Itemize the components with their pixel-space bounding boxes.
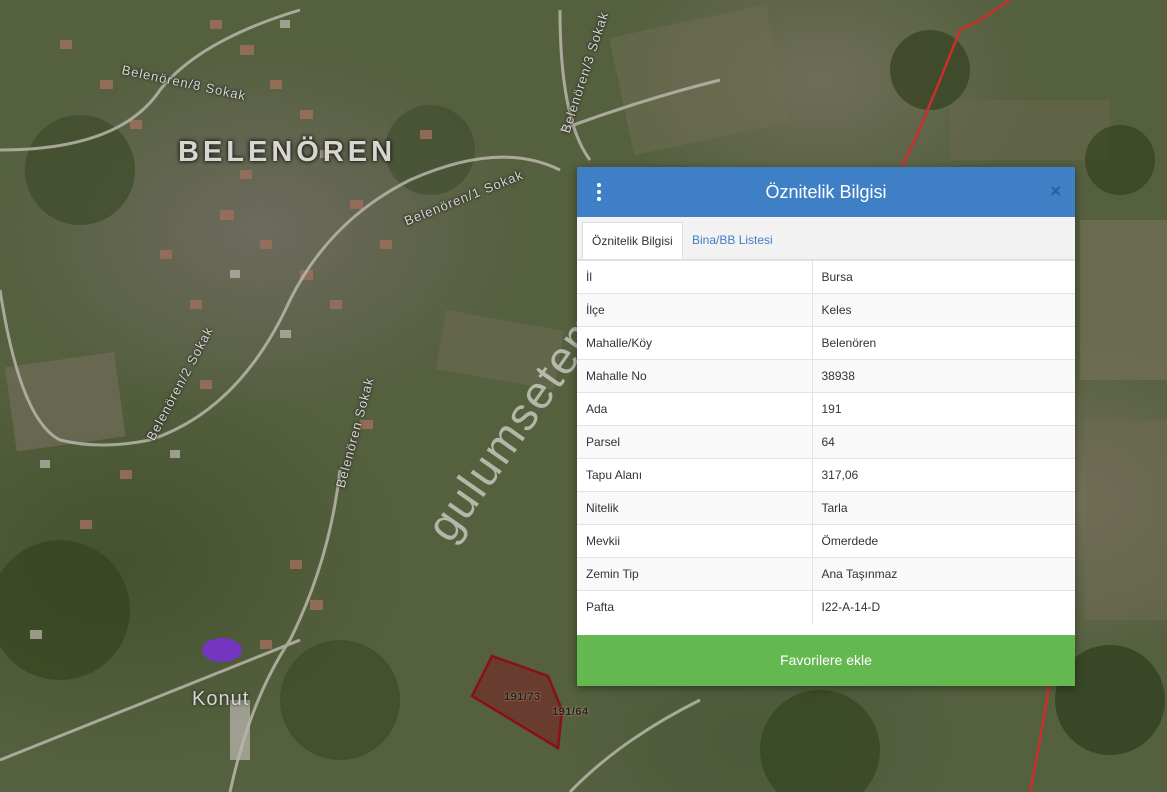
panel-title: Öznitelik Bilgisi (765, 182, 887, 202)
attribute-key: Mahalle No (577, 359, 813, 393)
attribute-value: Ana Taşınmaz (812, 557, 1075, 591)
attribute-value: 38938 (812, 359, 1075, 393)
parcel-label: 191/73 (504, 691, 541, 703)
table-row: Mahalle/Köy Belenören (577, 326, 1075, 360)
attribute-value: Ömerdede (812, 524, 1075, 558)
tab-attribute-info[interactable]: Öznitelik Bilgisi (582, 222, 683, 259)
attribute-key: Ada (577, 392, 813, 426)
parcel-label: 191/64 (552, 706, 589, 718)
table-row: Mahalle No 38938 (577, 359, 1075, 393)
place-label: BELENÖREN (178, 136, 397, 168)
attribute-value: Tarla (812, 491, 1075, 525)
attribute-value: 317,06 (812, 458, 1075, 492)
table-row: İlçe Keles (577, 293, 1075, 327)
attribute-value: Belenören (812, 326, 1075, 360)
attribute-key: Mahalle/Köy (577, 326, 813, 360)
table-row: Ada 191 (577, 392, 1075, 426)
attribute-info-panel: Öznitelik Bilgisi × Öznitelik Bilgisi Bi… (577, 167, 1075, 686)
attribute-value: Keles (812, 293, 1075, 327)
attribute-value: 64 (812, 425, 1075, 459)
panel-tabs: Öznitelik Bilgisi Bina/BB Listesi (577, 217, 1075, 260)
table-row: Parsel 64 (577, 425, 1075, 459)
attribute-key: Nitelik (577, 491, 813, 525)
attribute-value: 191 (812, 392, 1075, 426)
attribute-key: Zemin Tip (577, 557, 813, 591)
attribute-table: İl Bursa İlçe Keles Mahalle/Köy Belenören Maha… (577, 260, 1075, 624)
table-row: Nitelik Tarla (577, 491, 1075, 525)
table-row: Zemin Tip Ana Taşınmaz (577, 557, 1075, 591)
table-row: Tapu Alanı 317,06 (577, 458, 1075, 492)
attribute-key: Parsel (577, 425, 813, 459)
table-row: Mevkii Ömerdede (577, 524, 1075, 558)
add-to-favorites-button[interactable]: Favorilere ekle (577, 635, 1075, 686)
attribute-value: I22-A-14-D (812, 590, 1075, 624)
attribute-key: İl (577, 260, 813, 294)
attribute-value: Bursa (812, 260, 1075, 294)
highlighted-feature (202, 638, 242, 662)
table-row: İl Bursa (577, 260, 1075, 294)
tab-building-list[interactable]: Bina/BB Listesi (683, 222, 782, 259)
table-row: Pafta I22-A-14-D (577, 590, 1075, 624)
attribute-key: Tapu Alanı (577, 458, 813, 492)
attribute-key: Pafta (577, 590, 813, 624)
close-icon[interactable]: × (1050, 181, 1061, 201)
attribute-key: Mevkii (577, 524, 813, 558)
panel-header: Öznitelik Bilgisi × (577, 167, 1075, 217)
attribute-key: İlçe (577, 293, 813, 327)
area-label: Konut (192, 688, 250, 710)
